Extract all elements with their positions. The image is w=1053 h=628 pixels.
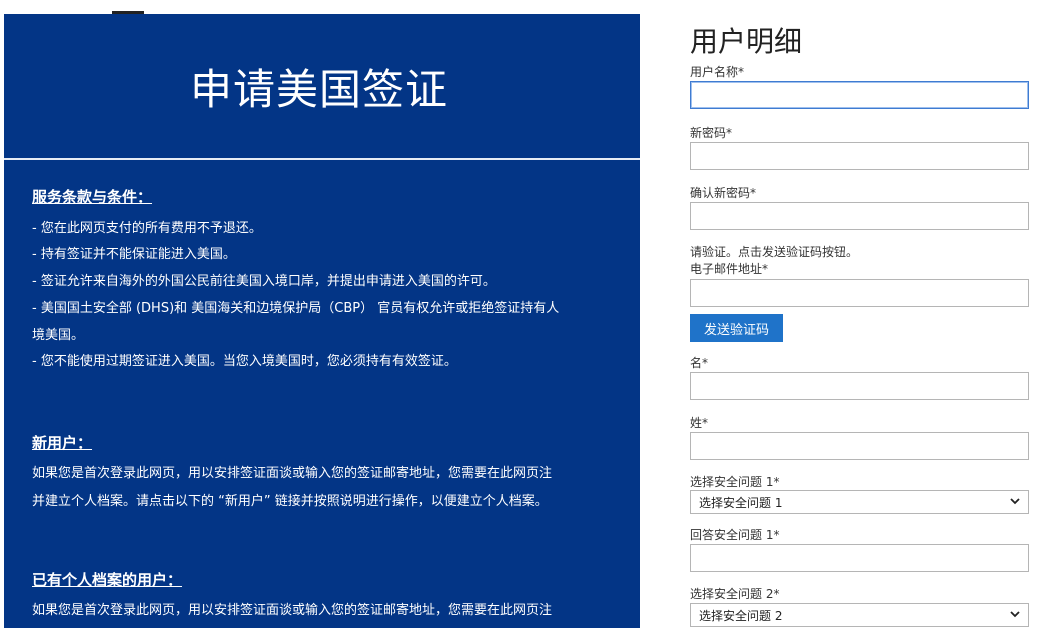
username-label: 用户名称* <box>690 65 745 79</box>
existing-user-text: 如果您是首次登录此网页，用以安排签证面谈或输入您的签证邮寄地址，您需要在此网页注 <box>32 603 553 618</box>
page-title: 申请美国签证 <box>189 64 448 114</box>
first-name-input[interactable] <box>690 372 1029 400</box>
terms-title: 服务条款与条件： <box>32 188 153 206</box>
verify-hint: 请验证。点击发送验证码按钮。 <box>690 245 859 259</box>
last-name-label: 姓* <box>690 416 709 430</box>
terms-line: - 您不能使用过期签证进入美国。当您入境美国时，您必须持有有效签证。 <box>32 354 457 369</box>
username-input[interactable] <box>690 81 1029 109</box>
select-value: 选择安全问题 1 <box>699 495 783 510</box>
form-title: 用户明细 <box>690 25 803 58</box>
terms-line: - 美国国土安全部 (DHS)和 美国海关和边境保护局（CBP） 官员有权允许或… <box>32 301 560 316</box>
registration-form: 用户明细 用户名称* 新密码* 确认新密码* 请验证。点击发送验证码按钮。 电子… <box>640 14 1053 628</box>
terms-line: - 签证允许来自海外的外国公民前往美国入境口岸，并提出申请进入美国的许可。 <box>32 274 496 289</box>
email-input[interactable] <box>690 279 1029 307</box>
password-label: 新密码* <box>690 126 733 140</box>
info-panel: 申请美国签证 服务条款与条件： - 您在此网页支付的所有费用不予退还。 - 持有… <box>4 14 640 628</box>
select-value: 选择安全问题 2 <box>699 608 783 623</box>
divider <box>4 158 640 160</box>
confirm-password-input[interactable] <box>690 202 1029 230</box>
security-question-2-select[interactable]: 选择安全问题 2 <box>690 603 1029 627</box>
security-answer-1-label: 回答安全问题 1* <box>690 528 780 542</box>
security-question-1-label: 选择安全问题 1* <box>690 475 780 489</box>
chevron-down-icon <box>1010 611 1020 618</box>
security-question-1-select[interactable]: 选择安全问题 1 <box>690 490 1029 514</box>
hero-banner: 申请美国签证 <box>4 14 640 158</box>
terms-line: - 您在此网页支付的所有费用不予退还。 <box>32 221 262 236</box>
confirm-password-label: 确认新密码* <box>690 186 757 200</box>
new-user-title: 新用户： <box>32 434 93 452</box>
last-name-input[interactable] <box>690 432 1029 460</box>
chevron-down-icon <box>1010 498 1020 505</box>
terms-line: - 持有签证并不能保证能进入美国。 <box>32 247 236 262</box>
security-question-2-label: 选择安全问题 2* <box>690 587 780 601</box>
new-user-text: 如果您是首次登录此网页，用以安排签证面谈或输入您的签证邮寄地址，您需要在此网页注 <box>32 466 553 481</box>
browser-top-strip <box>0 0 1053 14</box>
password-input[interactable] <box>690 142 1029 170</box>
active-tab-indicator[interactable] <box>112 0 144 14</box>
send-code-button[interactable]: 发送验证码 <box>690 314 783 342</box>
email-label: 电子邮件地址* <box>690 262 769 276</box>
new-user-text: 并建立个人档案。请点击以下的 “新用户” 链接并按照说明进行操作，以便建立个人档… <box>32 494 548 509</box>
existing-user-title: 已有个人档案的用户： <box>32 571 183 589</box>
security-answer-1-input[interactable] <box>690 544 1029 572</box>
first-name-label: 名* <box>690 356 709 370</box>
terms-line: 境美国。 <box>32 328 85 343</box>
